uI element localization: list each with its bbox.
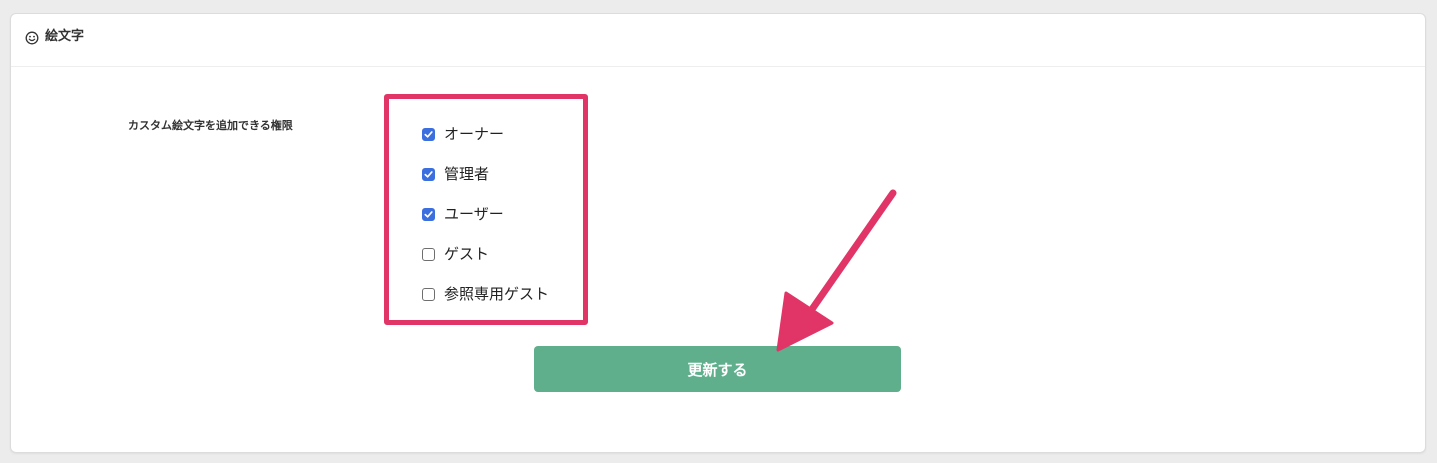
permission-option-user[interactable]: ユーザー xyxy=(422,194,549,234)
permission-option-owner[interactable]: オーナー xyxy=(422,114,549,154)
checkbox-readonly-guest[interactable] xyxy=(422,287,435,301)
permission-option-label: オーナー xyxy=(444,125,505,143)
card-header: 絵文字 xyxy=(11,14,1425,67)
permission-option-admin[interactable]: 管理者 xyxy=(422,154,549,194)
permission-option-label: 管理者 xyxy=(444,165,490,183)
update-button[interactable]: 更新する xyxy=(534,346,901,392)
checkbox-admin[interactable] xyxy=(422,167,435,181)
section-title: 絵文字 xyxy=(45,29,85,44)
permission-options: オーナー 管理者 ユーザー ゲスト 参照専用ゲスト xyxy=(422,114,549,314)
emoji-settings-card: 絵文字 カスタム絵文字を追加できる権限 オーナー 管理者 ユーザー ゲスト 参照… xyxy=(10,13,1426,453)
permission-option-label: ゲスト xyxy=(444,245,490,263)
permission-option-guest[interactable]: ゲスト xyxy=(422,234,549,274)
permission-option-label: 参照専用ゲスト xyxy=(444,285,550,303)
checkbox-user[interactable] xyxy=(422,207,435,221)
checkbox-owner[interactable] xyxy=(422,127,435,141)
permission-option-label: ユーザー xyxy=(444,205,504,223)
permission-option-readonly-guest[interactable]: 参照専用ゲスト xyxy=(422,274,549,314)
permission-field-label: カスタム絵文字を追加できる権限 xyxy=(128,119,293,132)
smiley-face-icon xyxy=(25,30,39,45)
checkbox-guest[interactable] xyxy=(422,247,435,261)
